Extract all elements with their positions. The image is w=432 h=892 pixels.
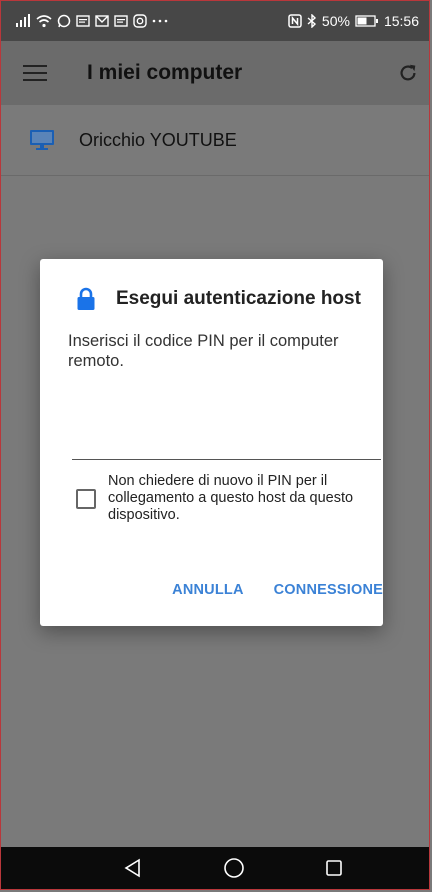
connect-button[interactable]: CONNESSIONE	[274, 582, 383, 598]
pin-input[interactable]	[72, 419, 381, 460]
more-icon	[152, 19, 168, 23]
monitor-icon	[30, 130, 54, 150]
page-title: I miei computer	[87, 61, 243, 84]
remember-pin-label: Non chiedere di nuovo il PIN per il coll…	[108, 473, 354, 523]
hamburger-icon[interactable]	[23, 60, 47, 86]
dialog-title: Esegui autenticazione host	[116, 288, 361, 309]
remember-pin-option[interactable]: Non chiedere di nuovo il PIN per il coll…	[76, 473, 378, 524]
battery-percent: 50%	[321, 13, 350, 29]
refresh-icon[interactable]	[397, 62, 419, 84]
recents-square-icon[interactable]	[325, 859, 343, 877]
back-triangle-icon[interactable]	[123, 858, 143, 878]
dialog-message: Inserisci il codice PIN per il computer …	[68, 332, 339, 370]
remember-pin-checkbox[interactable]	[76, 489, 96, 509]
status-bar: 50% 15:56	[1, 1, 429, 41]
dialog-actions: ANNULLA CONNESSIONE	[172, 582, 383, 598]
auth-dialog: Esegui autenticazione host Inserisci il …	[40, 259, 383, 626]
home-circle-icon[interactable]	[223, 857, 245, 879]
host-item[interactable]: Oricchio YOUTUBE	[1, 105, 429, 176]
navigation-bar	[1, 847, 429, 889]
cancel-button[interactable]: ANNULLA	[172, 582, 243, 598]
message-icon	[76, 15, 90, 27]
mail-icon	[95, 15, 109, 27]
dialog-header: Esegui autenticazione host	[76, 287, 383, 311]
nfc-icon	[288, 14, 302, 28]
battery-icon	[355, 15, 378, 27]
whatsapp-icon	[57, 14, 71, 28]
host-name: Oricchio YOUTUBE	[79, 129, 237, 150]
signal-icon	[16, 14, 30, 27]
message-icon	[114, 15, 128, 27]
app-bar: I miei computer	[1, 41, 429, 105]
lock-icon	[77, 287, 95, 310]
bluetooth-icon	[307, 14, 316, 28]
clock: 15:56	[383, 13, 419, 29]
instagram-icon	[133, 14, 147, 28]
wifi-icon	[36, 15, 52, 28]
status-right: 50% 15:56	[288, 13, 419, 29]
app-frame: 50% 15:56 I miei computer Oricchio YOUTU…	[0, 0, 430, 890]
status-left-icons	[15, 14, 168, 28]
